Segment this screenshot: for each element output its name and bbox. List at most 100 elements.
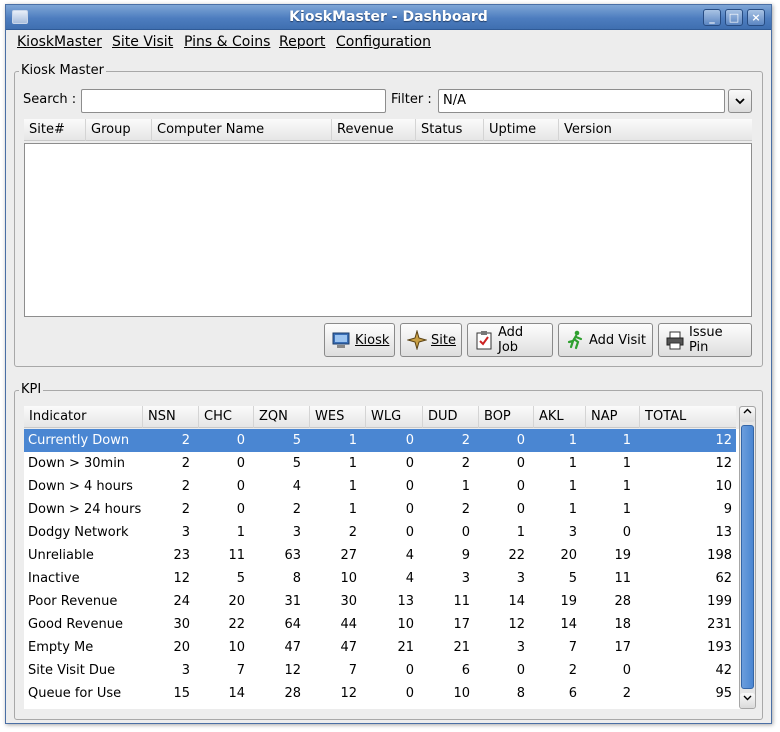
scroll-down-button[interactable] bbox=[740, 693, 755, 708]
kpi-value-cell: 12 bbox=[173, 571, 190, 586]
kpi-scrollbar[interactable] bbox=[739, 406, 756, 709]
kpi-value-cell: 14 bbox=[508, 594, 525, 609]
minimize-button[interactable]: _ bbox=[703, 9, 721, 26]
kpi-value-cell: 2 bbox=[181, 456, 190, 471]
kpi-indicator-cell: Down > 24 hours bbox=[28, 502, 142, 517]
kpi-value-cell: 7 bbox=[568, 640, 577, 655]
kpi-value-cell: 12 bbox=[284, 663, 301, 678]
scroll-thumb[interactable] bbox=[741, 425, 754, 689]
kpi-indicator-cell: Queue for Use bbox=[28, 686, 122, 701]
kpi-value-cell: 19 bbox=[560, 594, 577, 609]
kpi-value-cell: 18 bbox=[614, 617, 631, 632]
window-title: KioskMaster - Dashboard bbox=[289, 9, 488, 25]
kpi-value-cell: 2 bbox=[622, 686, 631, 701]
kpi-value-cell: 0 bbox=[622, 525, 631, 540]
kpi-value-cell: 1 bbox=[461, 479, 470, 494]
compass-star-icon bbox=[407, 330, 427, 350]
kpi-value-cell: 3 bbox=[181, 525, 190, 540]
kpi-value-cell: 3 bbox=[516, 571, 525, 586]
kpi-value-cell: 10 bbox=[453, 686, 470, 701]
kpi-value-cell: 6 bbox=[461, 663, 470, 678]
table-row[interactable]: Dodgy Network 3 1 3 2 0 0 1 3 0 13 bbox=[24, 521, 736, 544]
kpi-indicator-cell: Inactive bbox=[28, 571, 80, 586]
table-row[interactable]: Queue for Use 15 14 28 12 0 10 8 6 2 95 bbox=[24, 682, 736, 705]
kpi-value-cell: 5 bbox=[292, 456, 301, 471]
kpi-col-wlg[interactable]: WLG bbox=[366, 406, 423, 428]
menu-pins-coins[interactable]: Pins & Coins bbox=[184, 34, 270, 50]
kpi-indicator-cell: Down > 4 hours bbox=[28, 479, 133, 494]
kiosk-list[interactable] bbox=[24, 143, 752, 317]
kpi-value-cell: 3 bbox=[568, 525, 577, 540]
kpi-col-dud[interactable]: DUD bbox=[423, 406, 479, 428]
col-uptime[interactable]: Uptime bbox=[484, 119, 559, 141]
kpi-col-nsn[interactable]: NSN bbox=[143, 406, 199, 428]
title-bar[interactable]: KioskMaster - Dashboard _ □ × bbox=[6, 5, 771, 30]
table-row[interactable]: Site Visit Due 3 7 12 7 0 6 0 2 0 42 bbox=[24, 659, 736, 682]
kpi-col-bop[interactable]: BOP bbox=[479, 406, 534, 428]
col-version[interactable]: Version bbox=[559, 119, 752, 141]
maximize-button[interactable]: □ bbox=[725, 9, 743, 26]
col-status[interactable]: Status bbox=[416, 119, 484, 141]
menu-site-visit[interactable]: Site Visit bbox=[112, 34, 173, 50]
table-row[interactable]: Down > 4 hours 2 0 4 1 0 1 0 1 1 10 bbox=[24, 475, 736, 498]
kpi-value-cell: 12 bbox=[715, 433, 732, 448]
table-row[interactable]: Poor Revenue 24 20 31 30 13 11 14 19 28 199 bbox=[24, 590, 736, 613]
kpi-value-cell: 1 bbox=[568, 456, 577, 471]
kiosk-button[interactable]: Kiosk bbox=[324, 323, 395, 357]
menu-report[interactable]: Report bbox=[279, 34, 325, 50]
kpi-col-wes[interactable]: WES bbox=[310, 406, 366, 428]
kpi-value-cell: 64 bbox=[284, 617, 301, 632]
table-row[interactable]: Unreliable 23 11 63 27 4 9 22 20 19 198 bbox=[24, 544, 736, 567]
table-row[interactable]: Down > 30min 2 0 5 1 0 2 0 1 1 12 bbox=[24, 452, 736, 475]
kpi-value-cell: 28 bbox=[284, 686, 301, 701]
table-row[interactable]: Empty Me 20 10 47 47 21 21 3 7 17 193 bbox=[24, 636, 736, 659]
add-job-button[interactable]: Add Job bbox=[467, 323, 553, 357]
col-computer-name[interactable]: Computer Name bbox=[152, 119, 332, 141]
site-button[interactable]: Site bbox=[400, 323, 462, 357]
col-group[interactable]: Group bbox=[86, 119, 152, 141]
col-site[interactable]: Site# bbox=[24, 119, 86, 141]
main-window: KioskMaster - Dashboard _ □ × KioskMaste… bbox=[5, 4, 772, 724]
table-row[interactable]: Down > 24 hours 2 0 2 1 0 2 0 1 1 9 bbox=[24, 498, 736, 521]
kpi-value-cell: 2 bbox=[568, 663, 577, 678]
kpi-value-cell: 1 bbox=[568, 502, 577, 517]
close-button[interactable]: × bbox=[747, 9, 765, 26]
kpi-value-cell: 0 bbox=[516, 433, 525, 448]
kpi-col-indicator[interactable]: Indicator bbox=[24, 406, 143, 428]
table-row[interactable]: Currently Down 2 0 5 1 0 2 0 1 1 12 bbox=[24, 429, 736, 452]
kpi-value-cell: 2 bbox=[181, 502, 190, 517]
issue-pin-button[interactable]: Issue Pin bbox=[658, 323, 752, 357]
kpi-col-akl[interactable]: AKL bbox=[534, 406, 586, 428]
kpi-value-cell: 31 bbox=[284, 594, 301, 609]
kpi-value-cell: 11 bbox=[453, 594, 470, 609]
add-visit-button[interactable]: Add Visit bbox=[558, 323, 653, 357]
scroll-up-button[interactable] bbox=[740, 407, 755, 422]
chevron-up-icon bbox=[743, 408, 752, 414]
kpi-indicator-cell: Empty Me bbox=[28, 640, 94, 655]
kpi-value-cell: 15 bbox=[173, 686, 190, 701]
kpi-value-cell: 199 bbox=[707, 594, 732, 609]
search-input[interactable] bbox=[81, 89, 386, 113]
kpi-col-total[interactable]: TOTAL bbox=[640, 406, 736, 428]
kpi-col-chc[interactable]: CHC bbox=[199, 406, 254, 428]
menu-kioskmaster[interactable]: KioskMaster bbox=[17, 34, 102, 50]
kpi-value-cell: 30 bbox=[340, 594, 357, 609]
kpi-col-zqn[interactable]: ZQN bbox=[254, 406, 310, 428]
kpi-value-cell: 12 bbox=[508, 617, 525, 632]
table-row[interactable]: Good Revenue 30 22 64 44 10 17 12 14 18 231 bbox=[24, 613, 736, 636]
table-row[interactable]: Inactive 12 5 8 10 4 3 3 5 11 62 bbox=[24, 567, 736, 590]
kpi-value-cell: 6 bbox=[568, 686, 577, 701]
kpi-value-cell: 0 bbox=[405, 525, 414, 540]
kpi-value-cell: 10 bbox=[715, 479, 732, 494]
kpi-value-cell: 1 bbox=[622, 479, 631, 494]
kpi-value-cell: 0 bbox=[405, 456, 414, 471]
search-label: Search : bbox=[23, 92, 77, 107]
filter-dropdown-button[interactable] bbox=[728, 89, 752, 113]
kpi-value-cell: 44 bbox=[340, 617, 357, 632]
kpi-value-cell: 28 bbox=[614, 594, 631, 609]
menu-configuration[interactable]: Configuration bbox=[336, 34, 431, 50]
kpi-col-nap[interactable]: NAP bbox=[586, 406, 640, 428]
col-revenue[interactable]: Revenue bbox=[332, 119, 416, 141]
running-man-icon bbox=[565, 330, 585, 350]
filter-input[interactable]: N/A bbox=[438, 89, 725, 113]
